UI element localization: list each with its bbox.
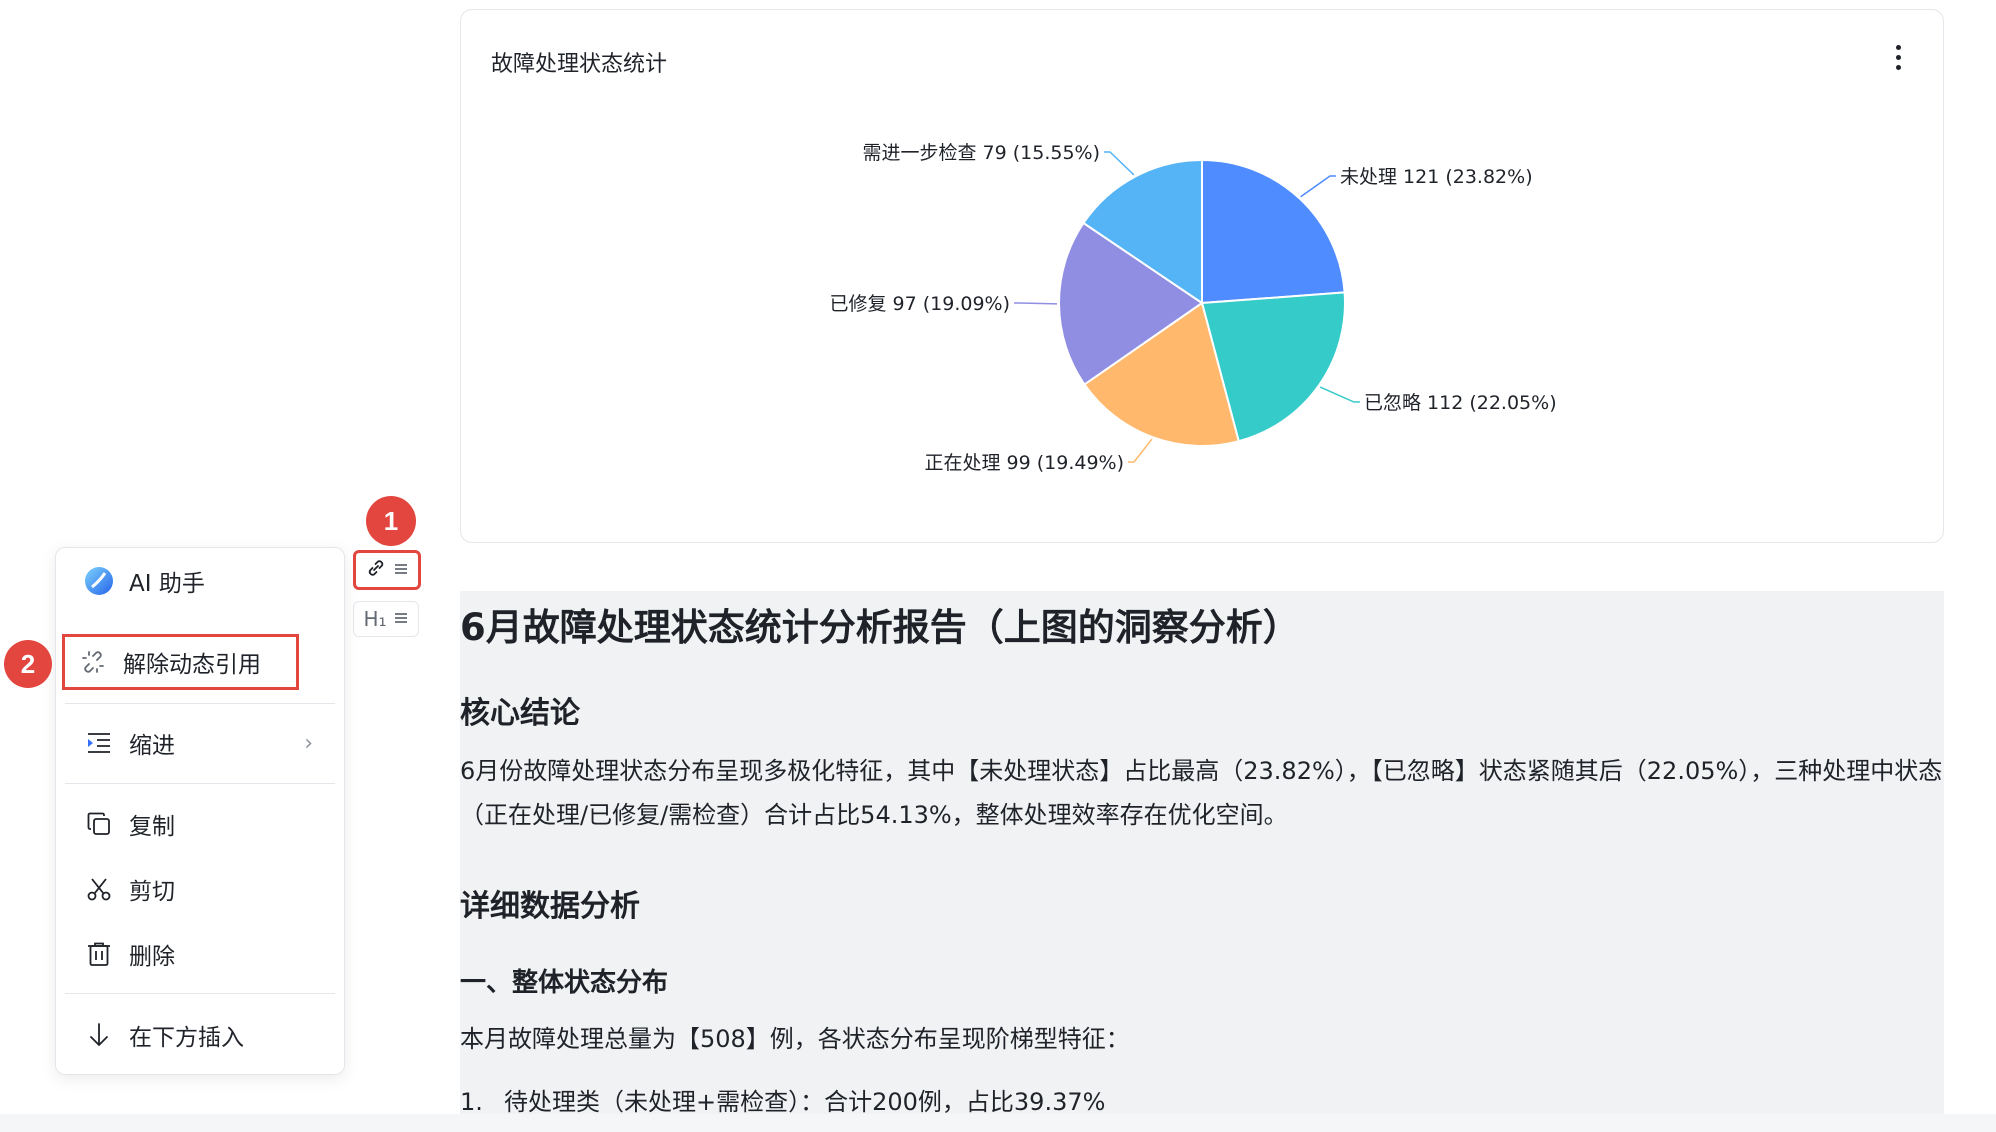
link-icon [365, 557, 387, 584]
highlight-box [62, 634, 299, 690]
menu-label: AI 助手 [129, 571, 205, 597]
indent-icon [79, 727, 119, 759]
pie-chart: 未处理 121 (23.82%) 已忽略 112 (22.05%) 正在处理 99 … [829, 142, 1557, 474]
trash-icon [79, 938, 119, 970]
chevron-right-icon: › [304, 730, 313, 756]
chart-block-handle[interactable] [353, 550, 421, 590]
heading-block-handle[interactable]: H₁ [353, 601, 419, 637]
scissors-icon [79, 873, 119, 905]
list-text: 待处理类（未处理+需检查）：合计200例，占比39.37% [504, 1088, 1106, 1116]
menu-item-indent[interactable]: 缩进 › [65, 717, 335, 769]
pie-data-label: 已修复 97 (19.09%) [829, 293, 1010, 315]
pie-data-label: 需进一步检查 79 (15.55%) [862, 142, 1100, 164]
menu-label: 复制 [129, 814, 175, 840]
copy-icon [79, 808, 119, 840]
menu-item-copy[interactable]: 复制 [65, 798, 335, 850]
report-title: 6月故障处理状态统计分析报告（上图的洞察分析） [460, 606, 1300, 649]
list-number: 1. [460, 1088, 483, 1116]
pie-label-line [1300, 175, 1336, 198]
menu-label: 在下方插入 [129, 1025, 244, 1051]
pie-label-line [1104, 151, 1135, 176]
subsection-heading-overall: 一、整体状态分布 [460, 968, 669, 998]
step-badge-2: 2 [4, 640, 52, 688]
ai-assistant-icon [79, 565, 119, 597]
menu-label: 剪切 [129, 879, 175, 905]
menu-label: 删除 [129, 944, 175, 970]
menu-divider [65, 783, 335, 784]
pie-label-line [1128, 438, 1153, 463]
pie-data-label: 已忽略 112 (22.05%) [1364, 392, 1557, 414]
section-heading-analysis: 详细数据分析 [460, 889, 640, 924]
menu-item-ai-assistant[interactable]: AI 助手 [65, 555, 335, 607]
menu-divider [65, 993, 335, 994]
pie-data-label: 未处理 121 (23.82%) [1340, 166, 1533, 188]
menu-divider [65, 703, 335, 704]
list-item: 1. 待处理类（未处理+需检查）：合计200例，占比39.37% [460, 1082, 1105, 1117]
heading-level-label: H₁ [363, 607, 387, 631]
section-heading-conclusion: 核心结论 [460, 696, 580, 731]
document-content: 6月故障处理状态统计分析报告（上图的洞察分析） 核心结论 6月份故障处理状态分布… [460, 591, 1944, 1132]
pie-data-label: 正在处理 99 (19.49%) [924, 452, 1124, 474]
bottom-bar [0, 1114, 1996, 1132]
pie-label-line [1319, 386, 1360, 403]
conclusion-paragraph: 6月份故障处理状态分布呈现多极化特征，其中【未处理状态】占比最高（23.82%）… [460, 757, 1943, 829]
arrow-down-icon [79, 1019, 119, 1051]
menu-label: 缩进 [129, 733, 175, 759]
drag-lines-icon [393, 607, 409, 631]
overall-paragraph: 本月故障处理总量为【508】例，各状态分布呈现阶梯型特征： [460, 1025, 1130, 1053]
pie-label-line [1014, 302, 1058, 305]
step-badge-1: 1 [366, 496, 416, 546]
drag-lines-icon [393, 558, 409, 582]
menu-item-cut[interactable]: 剪切 [65, 863, 335, 915]
menu-item-insert-below[interactable]: 在下方插入 [65, 1009, 335, 1061]
menu-item-delete[interactable]: 删除 [65, 928, 335, 980]
